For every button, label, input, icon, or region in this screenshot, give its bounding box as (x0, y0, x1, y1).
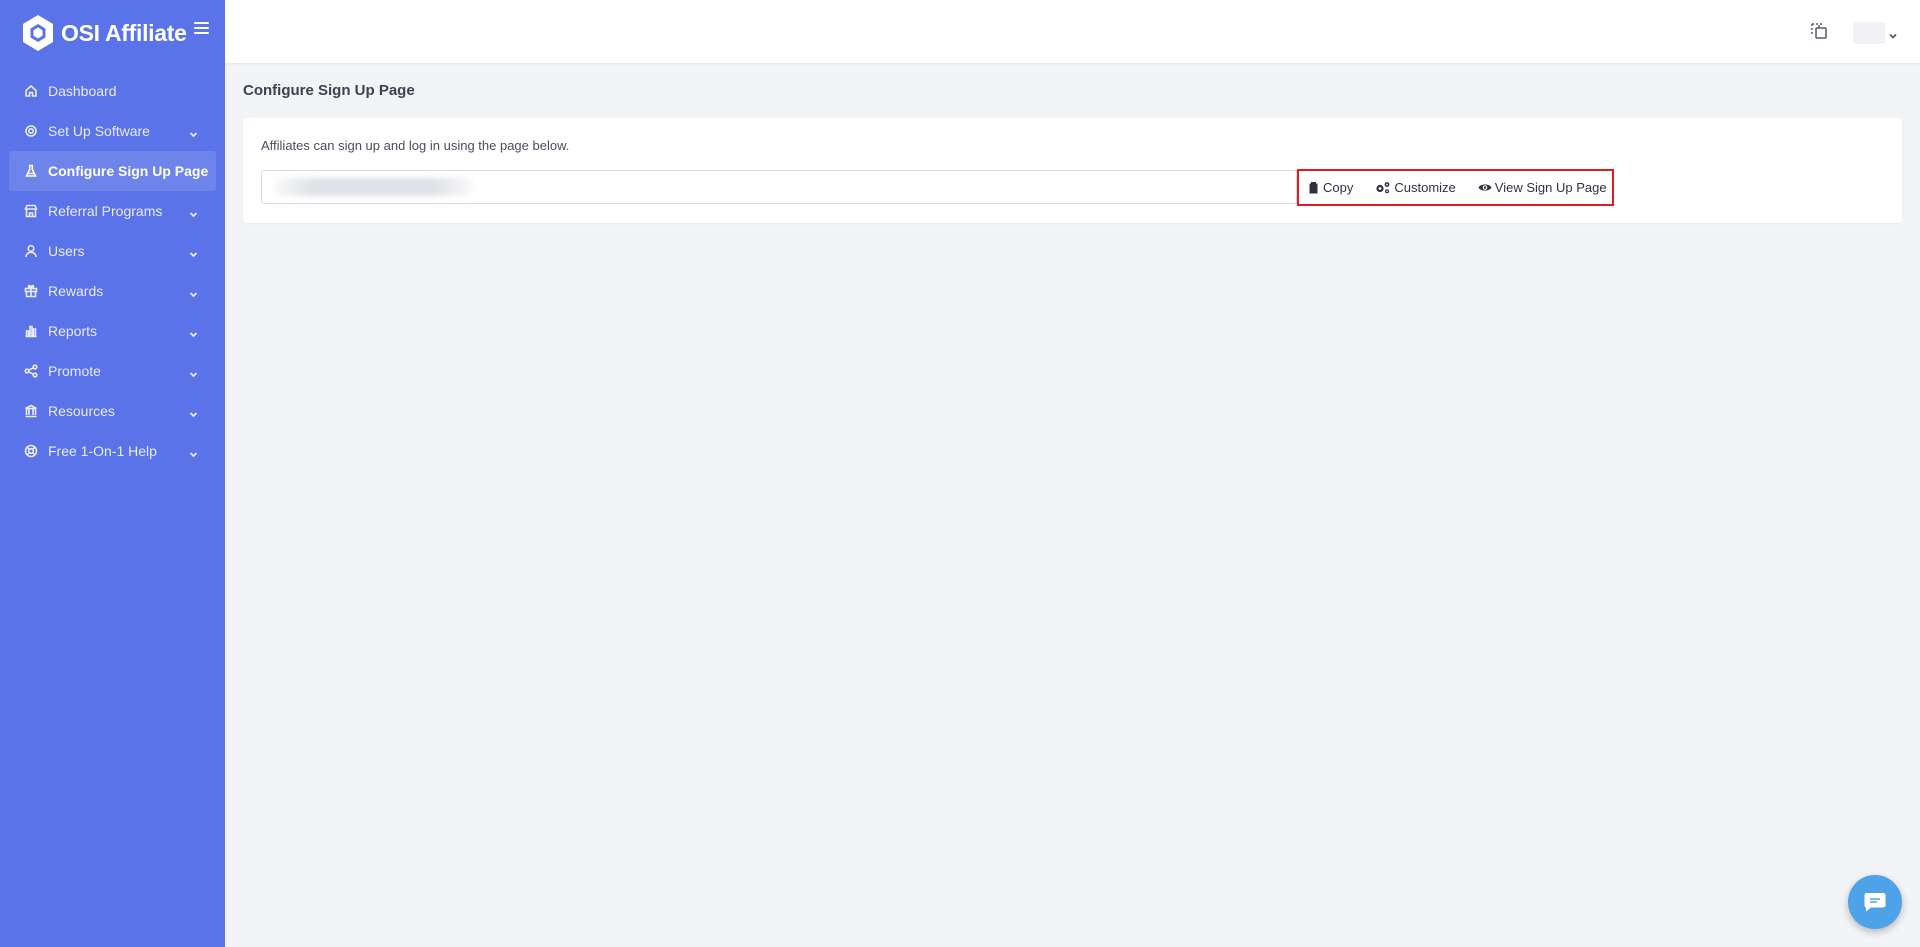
sidebar-item-reports[interactable]: Reports (9, 311, 216, 351)
home-icon (24, 84, 38, 98)
chat-launcher-button[interactable] (1848, 875, 1902, 929)
sidebar-item-label: Users (48, 243, 85, 259)
sidebar-item-users[interactable]: Users (9, 231, 216, 271)
sidebar-item-promote[interactable]: Promote (9, 351, 216, 391)
chevron-down-icon (189, 406, 198, 418)
flask-icon (24, 164, 38, 178)
sidebar-item-label: Resources (48, 403, 115, 419)
copy-label: Copy (1323, 180, 1354, 195)
sidebar-item-configure-sign-up-page[interactable]: Configure Sign Up Page (9, 151, 216, 191)
gears-icon (1376, 182, 1390, 194)
redacted-url (273, 178, 473, 196)
sidebar-item-label: Set Up Software (48, 123, 150, 139)
share-icon (24, 364, 38, 378)
chevron-down-icon (189, 286, 198, 298)
bank-icon (24, 404, 38, 418)
sidebar-item-label: Dashboard (48, 83, 117, 99)
topbar (225, 0, 1920, 63)
view-sign-up-page-label: View Sign Up Page (1494, 180, 1607, 195)
customize-button[interactable]: Customize (1375, 171, 1456, 204)
brand-name: OSI Affiliate (61, 19, 187, 46)
eye-icon (1478, 184, 1492, 191)
chevron-down-icon (189, 366, 198, 378)
chevron-down-icon (189, 326, 198, 338)
view-sign-up-page-button[interactable]: View Sign Up Page (1478, 171, 1607, 204)
chat-icon (1864, 893, 1886, 912)
sidebar-item-label: Reports (48, 323, 98, 339)
gift-icon (24, 284, 38, 298)
chevron-down-icon (189, 126, 198, 138)
chevron-down-icon (189, 246, 198, 258)
signup-url-card: Affiliates can sign up and log in using … (243, 118, 1902, 223)
clipboard-icon (1309, 182, 1318, 194)
sidebar-item-label: Rewards (48, 283, 104, 299)
sidebar-item-free-help[interactable]: Free 1-On-1 Help (9, 431, 216, 471)
card-description: Affiliates can sign up and log in using … (261, 138, 570, 153)
sidebar-nav: Dashboard Set Up Software Configure Sign… (9, 71, 216, 471)
bar-chart-icon (24, 324, 38, 338)
user-icon (24, 244, 38, 258)
sidebar-item-label: Free 1-On-1 Help (48, 443, 157, 459)
fullscreen-icon[interactable] (1810, 22, 1829, 41)
gear-icon (24, 124, 38, 138)
lifebuoy-icon (24, 444, 38, 458)
sidebar-item-resources[interactable]: Resources (9, 391, 216, 431)
sidebar-item-rewards[interactable]: Rewards (9, 271, 216, 311)
menu-toggle-icon[interactable] (194, 22, 209, 36)
chevron-down-icon (189, 446, 198, 458)
sidebar-item-referral-programs[interactable]: Referral Programs (9, 191, 216, 231)
page-title: Configure Sign Up Page (243, 82, 415, 99)
sidebar-item-dashboard[interactable]: Dashboard (9, 71, 216, 111)
chevron-down-icon[interactable] (1889, 27, 1897, 39)
sidebar-item-label: Promote (48, 363, 101, 379)
brand[interactable]: OSI Affiliate (21, 13, 187, 53)
sidebar-item-label: Configure Sign Up Page (48, 163, 209, 179)
customize-label: Customize (1394, 180, 1456, 195)
sidebar: OSI Affiliate Dashboard Set Up Software … (0, 0, 225, 947)
chevron-down-icon (189, 206, 198, 218)
sidebar-item-set-up-software[interactable]: Set Up Software (9, 111, 216, 151)
osi-logo-icon (23, 15, 53, 51)
copy-button[interactable]: Copy (1307, 171, 1353, 204)
sidebar-item-label: Referral Programs (48, 203, 163, 219)
url-actions-group: Copy Customize View Sign Up Page (1297, 169, 1614, 206)
avatar[interactable] (1853, 22, 1885, 44)
store-icon (24, 204, 38, 218)
